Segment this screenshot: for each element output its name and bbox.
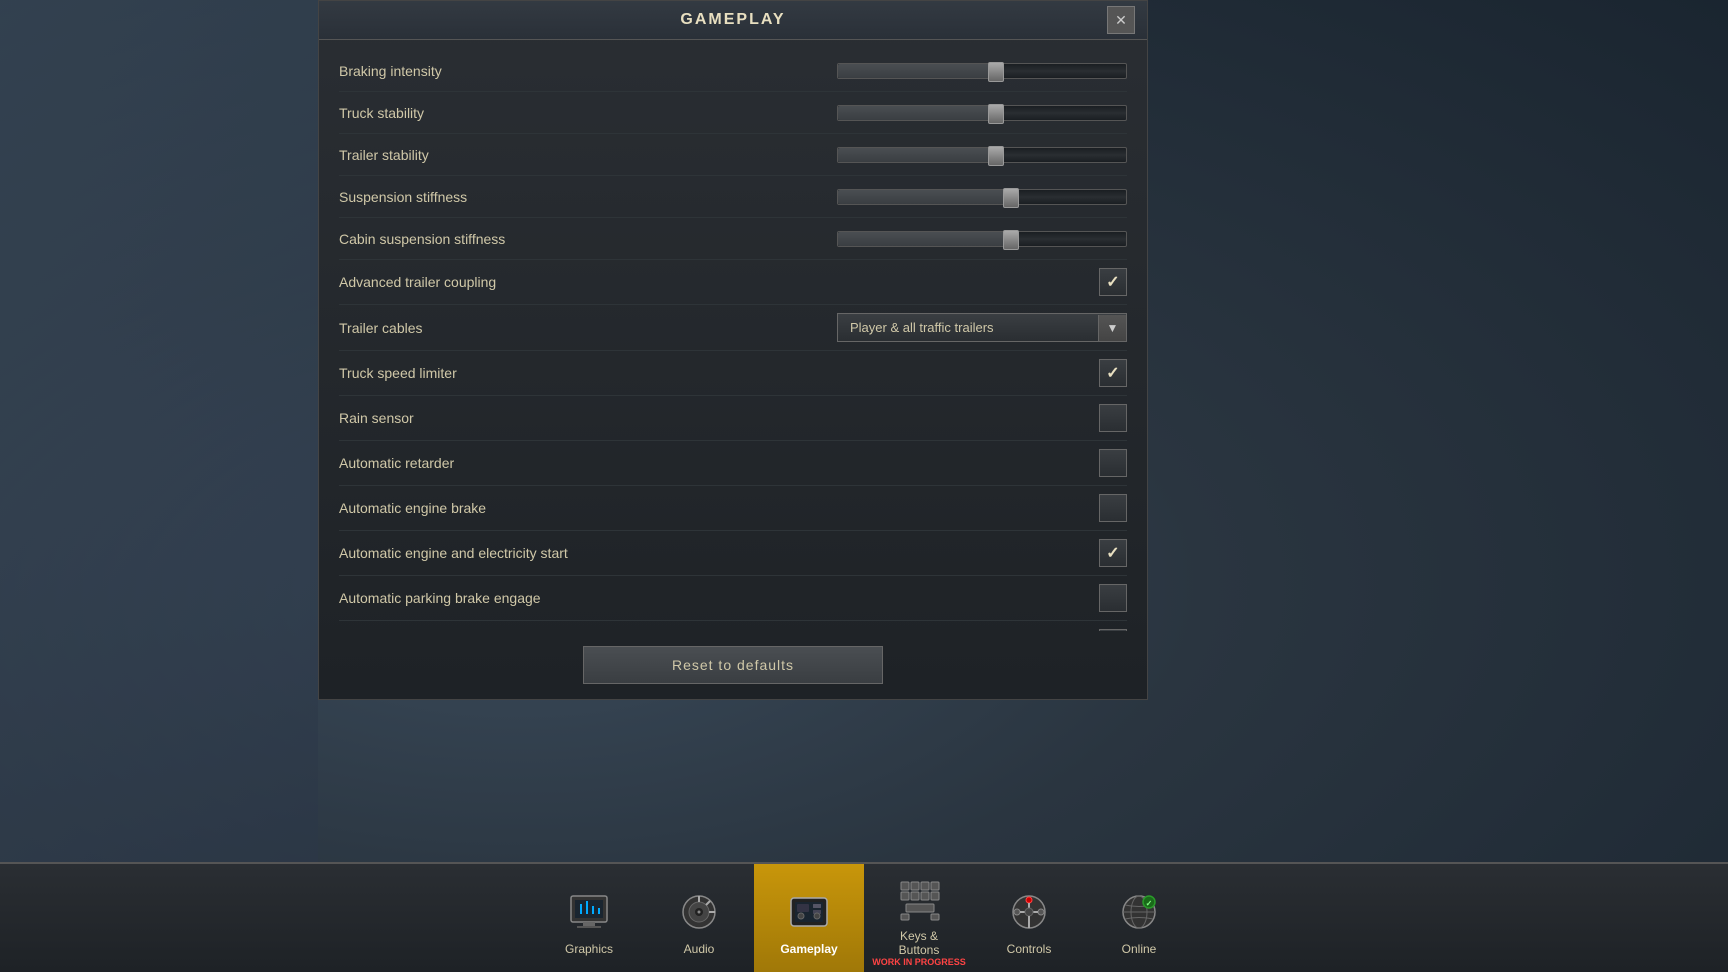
setting-row-truck-stability: Truck stability <box>339 92 1127 134</box>
setting-row-trailer-stability: Trailer stability <box>339 134 1127 176</box>
nav-item-audio[interactable]: Audio <box>644 864 754 972</box>
control-automatic-engine-brake[interactable] <box>1099 494 1127 522</box>
audio-icon <box>673 886 725 938</box>
dropdown-trailer-cables-arrow[interactable]: ▼ <box>1098 315 1126 341</box>
nav-label-controls: Controls <box>1007 942 1052 956</box>
slider-truck-stability[interactable] <box>837 105 1127 121</box>
setting-label-parking-brake: Automatic parking brake engage <box>339 590 541 606</box>
setting-row-liftable-axles: Automatic drop of liftable axles <box>339 621 1127 631</box>
setting-label-auto-engine-electricity: Automatic engine and electricity start <box>339 545 568 561</box>
setting-label-automatic-retarder: Automatic retarder <box>339 455 454 471</box>
slider-track[interactable] <box>837 231 1127 247</box>
setting-label-advanced-trailer-coupling: Advanced trailer coupling <box>339 274 496 290</box>
controls-icon <box>1003 886 1055 938</box>
setting-row-automatic-retarder: Automatic retarder <box>339 441 1127 486</box>
nav-item-graphics[interactable]: Graphics <box>534 864 644 972</box>
setting-row-automatic-engine-brake: Automatic engine brake <box>339 486 1127 531</box>
reset-button[interactable]: Reset to defaults <box>583 646 883 684</box>
setting-label-trailer-cables: Trailer cables <box>339 320 423 336</box>
svg-text:✓: ✓ <box>1146 899 1153 908</box>
slider-track[interactable] <box>837 105 1127 121</box>
nav-label-audio: Audio <box>684 942 715 956</box>
left-panel-bg <box>0 0 318 972</box>
slider-cabin-suspension[interactable] <box>837 231 1127 247</box>
setting-label-cabin-suspension: Cabin suspension stiffness <box>339 231 505 247</box>
slider-track[interactable] <box>837 63 1127 79</box>
checkbox-truck-speed-limiter[interactable] <box>1099 359 1127 387</box>
nav-sublabel-keys: WORK IN PROGRESS <box>872 957 966 967</box>
nav-item-keys[interactable]: Keys &Buttons WORK IN PROGRESS <box>864 864 974 972</box>
nav-item-online[interactable]: ✓ Online <box>1084 864 1194 972</box>
checkbox-auto-engine-electricity[interactable] <box>1099 539 1127 567</box>
slider-suspension-stiffness[interactable] <box>837 189 1127 205</box>
checkbox-automatic-retarder[interactable] <box>1099 449 1127 477</box>
slider-fill <box>838 190 1011 204</box>
nav-label-gameplay: Gameplay <box>780 942 837 956</box>
graphics-icon <box>563 886 615 938</box>
slider-thumb[interactable] <box>988 62 1004 82</box>
slider-thumb[interactable] <box>988 146 1004 166</box>
setting-row-auto-engine-electricity: Automatic engine and electricity start <box>339 531 1127 576</box>
nav-label-keys: Keys &Buttons <box>899 929 940 957</box>
control-trailer-cables[interactable]: Player & all traffic trailers ▼ <box>837 313 1127 342</box>
setting-row-cabin-suspension: Cabin suspension stiffness <box>339 218 1127 260</box>
slider-fill <box>838 106 996 120</box>
slider-fill <box>838 232 1011 246</box>
dropdown-trailer-cables[interactable]: Player & all traffic trailers ▼ <box>837 313 1127 342</box>
nav-item-controls[interactable]: Controls <box>974 864 1084 972</box>
gameplay-dialog: GAMEPLAY ✕ Braking intensity Truck stabi… <box>318 0 1148 700</box>
checkbox-advanced-trailer-coupling[interactable] <box>1099 268 1127 296</box>
slider-thumb[interactable] <box>1003 230 1019 250</box>
setting-label-suspension-stiffness: Suspension stiffness <box>339 189 467 205</box>
setting-row-trailer-cables: Trailer cables Player & all traffic trai… <box>339 305 1127 351</box>
nav-bar: Graphics Audio <box>0 862 1728 972</box>
setting-row-rain-sensor: Rain sensor <box>339 396 1127 441</box>
setting-label-braking-intensity: Braking intensity <box>339 63 442 79</box>
control-automatic-retarder[interactable] <box>1099 449 1127 477</box>
close-button[interactable]: ✕ <box>1107 6 1135 34</box>
slider-fill <box>838 64 996 78</box>
checkbox-parking-brake[interactable] <box>1099 584 1127 612</box>
control-parking-brake[interactable] <box>1099 584 1127 612</box>
checkbox-rain-sensor[interactable] <box>1099 404 1127 432</box>
setting-row-braking-intensity: Braking intensity <box>339 50 1127 92</box>
setting-label-automatic-engine-brake: Automatic engine brake <box>339 500 486 516</box>
setting-label-trailer-stability: Trailer stability <box>339 147 429 163</box>
setting-row-parking-brake: Automatic parking brake engage <box>339 576 1127 621</box>
control-truck-speed-limiter[interactable] <box>1099 359 1127 387</box>
slider-thumb[interactable] <box>988 104 1004 124</box>
nav-label-graphics: Graphics <box>565 942 613 956</box>
setting-row-advanced-trailer-coupling: Advanced trailer coupling <box>339 260 1127 305</box>
setting-row-suspension-stiffness: Suspension stiffness <box>339 176 1127 218</box>
slider-thumb[interactable] <box>1003 188 1019 208</box>
setting-row-truck-speed-limiter: Truck speed limiter <box>339 351 1127 396</box>
control-rain-sensor[interactable] <box>1099 404 1127 432</box>
slider-fill <box>838 148 996 162</box>
dialog-footer: Reset to defaults <box>319 631 1147 699</box>
control-advanced-trailer-coupling[interactable] <box>1099 268 1127 296</box>
setting-label-rain-sensor: Rain sensor <box>339 410 414 426</box>
dialog-header: GAMEPLAY ✕ <box>319 1 1147 40</box>
dialog-title: GAMEPLAY <box>680 11 785 29</box>
slider-track[interactable] <box>837 189 1127 205</box>
nav-item-gameplay[interactable]: Gameplay <box>754 864 864 972</box>
slider-track[interactable] <box>837 147 1127 163</box>
checkbox-automatic-engine-brake[interactable] <box>1099 494 1127 522</box>
setting-label-truck-stability: Truck stability <box>339 105 424 121</box>
nav-label-online: Online <box>1122 942 1157 956</box>
online-icon: ✓ <box>1113 886 1165 938</box>
setting-label-truck-speed-limiter: Truck speed limiter <box>339 365 457 381</box>
settings-content[interactable]: Braking intensity Truck stability Traile… <box>319 40 1147 631</box>
control-auto-engine-electricity[interactable] <box>1099 539 1127 567</box>
gameplay-icon <box>783 886 835 938</box>
slider-trailer-stability[interactable] <box>837 147 1127 163</box>
dropdown-trailer-cables-value: Player & all traffic trailers <box>838 314 1098 341</box>
keys-icon <box>893 874 945 925</box>
slider-braking-intensity[interactable] <box>837 63 1127 79</box>
